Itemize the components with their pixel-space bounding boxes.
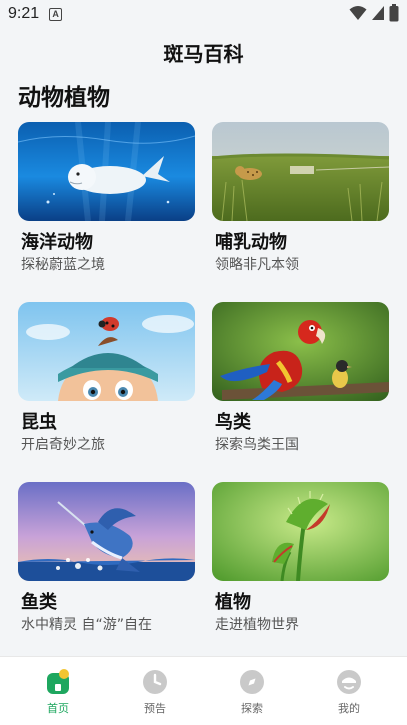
category-card-plants[interactable]: 植物 走进植物世界 (212, 482, 389, 633)
tab-label: 我的 (338, 702, 360, 715)
category-name: 鱼类 (21, 592, 57, 613)
tab-home[interactable]: 首页 (23, 669, 93, 716)
section-title: 动物植物 (18, 85, 110, 111)
category-desc: 探索鸟类王国 (215, 437, 299, 453)
category-desc: 探秘蔚蓝之境 (21, 257, 105, 273)
category-name: 鸟类 (215, 412, 251, 433)
battery-icon (389, 4, 399, 22)
clock-icon (143, 670, 167, 694)
leopard-image (212, 122, 389, 221)
category-card-marine-animals[interactable]: 海洋动物 探秘蔚蓝之境 (18, 122, 195, 273)
tab-label: 预告 (144, 702, 166, 715)
tab-preview[interactable]: 预告 (120, 669, 190, 716)
category-card-birds[interactable]: 鸟类 探索鸟类王国 (212, 302, 389, 453)
category-card-fish[interactable]: 鱼类 水中精灵 自“游”自在 (18, 482, 195, 633)
tab-label: 探索 (241, 702, 263, 715)
parrot-image (212, 302, 389, 401)
category-desc: 走进植物世界 (215, 617, 299, 633)
tab-explore[interactable]: 探索 (217, 669, 287, 716)
marlin-image (18, 482, 195, 581)
category-card-insects[interactable]: 昆虫 开启奇妙之旅 (18, 302, 195, 453)
category-name: 哺乳动物 (215, 232, 287, 253)
whale-image (18, 122, 195, 221)
category-desc: 水中精灵 自“游”自在 (21, 617, 152, 633)
tab-label: 首页 (47, 702, 69, 715)
tab-mine[interactable]: 我的 (314, 669, 384, 716)
status-bar: 9:21 A (0, 0, 407, 28)
category-name: 昆虫 (21, 412, 57, 433)
category-card-mammals[interactable]: 哺乳动物 领略非凡本领 (212, 122, 389, 273)
status-icons (349, 4, 399, 22)
category-name: 海洋动物 (21, 232, 93, 253)
status-time: 9:21 (8, 5, 40, 22)
compass-icon (240, 670, 264, 694)
bottom-tab-bar: 首页 预告 探索 我的 (0, 656, 407, 725)
profile-icon (337, 670, 361, 694)
category-name: 植物 (215, 592, 251, 613)
wifi-icon (349, 6, 367, 20)
category-desc: 领略非凡本领 (215, 257, 299, 273)
notification-icon: A (49, 7, 63, 21)
page-title: 斑马百科 (163, 42, 244, 66)
cellular-signal-icon (372, 6, 384, 20)
insect-cartoon-image (18, 302, 195, 401)
home-icon (47, 669, 69, 694)
venus-flytrap-image (212, 482, 389, 581)
category-desc: 开启奇妙之旅 (21, 437, 105, 453)
